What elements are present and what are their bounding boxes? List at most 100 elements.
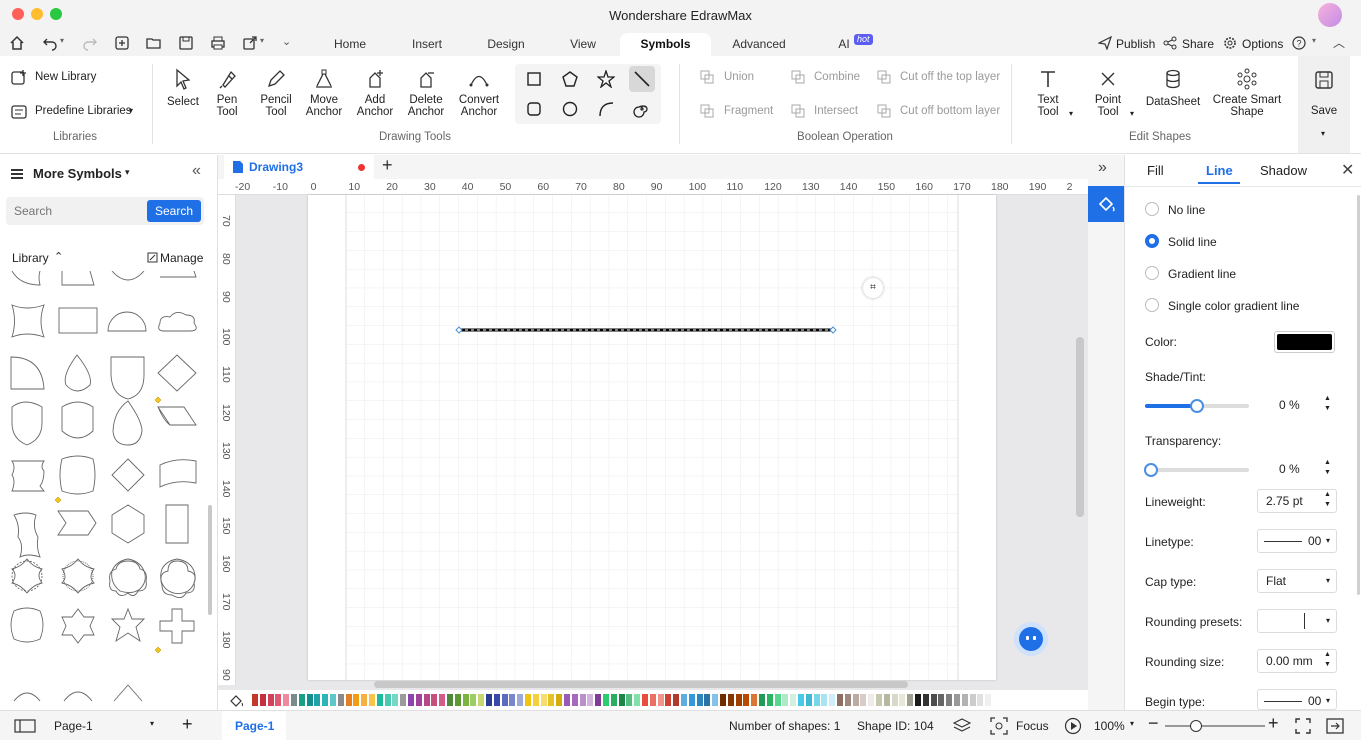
- text-tool-dropdown-icon[interactable]: ▾: [1069, 109, 1073, 118]
- tab-advanced[interactable]: Advanced: [727, 33, 791, 56]
- zoom-level[interactable]: 100%: [1094, 719, 1125, 733]
- color-swatch[interactable]: [954, 694, 960, 706]
- color-swatch[interactable]: [915, 694, 921, 706]
- color-swatch[interactable]: [829, 694, 836, 706]
- page-layout-icon[interactable]: [14, 719, 36, 733]
- tab-fill[interactable]: Fill: [1147, 163, 1164, 178]
- new-library-button[interactable]: New Library: [35, 71, 96, 83]
- color-swatch[interactable]: [283, 694, 290, 706]
- color-swatch[interactable]: [267, 694, 274, 706]
- tab-design[interactable]: Design: [480, 33, 532, 56]
- color-swatch[interactable]: [291, 694, 297, 706]
- select-button[interactable]: Select: [163, 68, 203, 108]
- tab-insert[interactable]: Insert: [402, 33, 452, 56]
- color-swatch[interactable]: [415, 694, 422, 706]
- color-swatch[interactable]: [704, 694, 711, 706]
- line-color-picker[interactable]: [1274, 331, 1335, 353]
- create-smart-shape-button[interactable]: Create Smart Shape: [1211, 68, 1283, 118]
- library-collapse-icon[interactable]: ⌃: [54, 250, 63, 263]
- tab-line[interactable]: Line: [1206, 163, 1233, 178]
- zoom-slider-handle[interactable]: [1190, 720, 1202, 732]
- color-swatch[interactable]: [384, 694, 391, 706]
- color-swatch[interactable]: [610, 694, 617, 706]
- predefine-libraries-button[interactable]: Predefine Libraries: [35, 105, 132, 117]
- move-anchor-button[interactable]: Move Anchor: [302, 68, 346, 118]
- collapse-panel-icon[interactable]: «: [192, 162, 201, 180]
- color-swatch[interactable]: [595, 694, 602, 706]
- color-swatch[interactable]: [883, 694, 890, 706]
- horizontal-scrollbar[interactable]: [374, 681, 908, 688]
- color-swatch[interactable]: [493, 694, 500, 706]
- color-swatch[interactable]: [751, 694, 758, 706]
- fit-page-icon[interactable]: [1295, 718, 1311, 734]
- combine-button[interactable]: Combine: [814, 71, 860, 83]
- radio-solid-line[interactable]: [1145, 234, 1159, 248]
- expand-panel-icon[interactable]: »: [1098, 159, 1107, 177]
- full-screen-icon[interactable]: [1326, 718, 1344, 734]
- zoom-in-button[interactable]: +: [1268, 713, 1279, 734]
- color-swatch[interactable]: [454, 694, 461, 706]
- color-swatch[interactable]: [330, 694, 336, 706]
- save-icon[interactable]: [178, 35, 194, 51]
- search-button[interactable]: Search: [147, 200, 201, 222]
- color-swatch[interactable]: [673, 694, 680, 706]
- fill-bucket-icon[interactable]: [228, 693, 244, 707]
- rounding-presets-select[interactable]: ▾: [1257, 609, 1337, 633]
- save-button[interactable]: Save ▾: [1298, 56, 1350, 153]
- color-swatch[interactable]: [907, 694, 914, 706]
- color-swatch[interactable]: [252, 694, 258, 706]
- tab-symbols[interactable]: Symbols: [620, 33, 711, 56]
- datasheet-button[interactable]: DataSheet: [1143, 68, 1203, 108]
- color-swatch[interactable]: [634, 694, 641, 706]
- color-swatch[interactable]: [314, 694, 321, 706]
- color-swatch[interactable]: [860, 694, 867, 706]
- color-swatch[interactable]: [501, 694, 508, 706]
- color-swatch[interactable]: [439, 694, 446, 706]
- export-icon[interactable]: [242, 35, 258, 51]
- circle-shape-icon[interactable]: [561, 100, 579, 118]
- shade-stepper-icon[interactable]: ▲ ▼: [1324, 394, 1331, 414]
- symbols-scrollbar[interactable]: [208, 505, 212, 615]
- cut-bottom-layer-button[interactable]: Cut off bottom layer: [900, 105, 1000, 117]
- shade-slider-handle[interactable]: [1190, 399, 1204, 413]
- color-swatch[interactable]: [790, 694, 797, 706]
- color-swatch[interactable]: [774, 694, 781, 706]
- help-dropdown-icon[interactable]: ▾: [1312, 36, 1316, 45]
- color-swatch[interactable]: [938, 694, 945, 706]
- color-swatch[interactable]: [361, 694, 368, 706]
- pentagon-shape-icon[interactable]: [561, 70, 579, 88]
- union-button[interactable]: Union: [724, 71, 754, 83]
- color-swatch[interactable]: [766, 694, 773, 706]
- ai-assistant-button[interactable]: [1014, 622, 1048, 656]
- rounded-rectangle-shape-icon[interactable]: [525, 100, 543, 118]
- color-swatch[interactable]: [540, 694, 547, 706]
- save-dropdown-icon[interactable]: ▾: [1321, 129, 1325, 138]
- convert-anchor-button[interactable]: Convert Anchor: [455, 68, 503, 118]
- line-shape-selected[interactable]: [629, 66, 655, 92]
- color-swatch[interactable]: [922, 694, 929, 706]
- redo-icon[interactable]: [82, 35, 98, 51]
- color-swatch[interactable]: [930, 694, 937, 706]
- collapse-ribbon-icon[interactable]: ︿: [1333, 34, 1345, 51]
- color-swatch[interactable]: [517, 694, 524, 706]
- options-button[interactable]: Options: [1242, 37, 1283, 51]
- radio-no-line[interactable]: [1145, 202, 1159, 216]
- page-select[interactable]: Page-1: [54, 719, 93, 733]
- color-swatch[interactable]: [400, 694, 407, 706]
- color-swatch[interactable]: [891, 694, 898, 706]
- color-swatch[interactable]: [657, 694, 664, 706]
- color-swatch[interactable]: [337, 694, 344, 706]
- color-swatch[interactable]: [408, 694, 414, 706]
- color-swatch[interactable]: [603, 694, 609, 706]
- pen-tool-button[interactable]: Pen Tool: [207, 68, 247, 118]
- color-swatch[interactable]: [759, 694, 765, 706]
- star-shape-icon[interactable]: [597, 70, 615, 88]
- color-swatch[interactable]: [798, 694, 804, 706]
- cut-top-layer-button[interactable]: Cut off the top layer: [900, 71, 1000, 83]
- color-swatch[interactable]: [564, 694, 570, 706]
- color-swatch[interactable]: [509, 694, 516, 706]
- color-swatch[interactable]: [782, 694, 789, 706]
- color-swatch[interactable]: [587, 694, 594, 706]
- color-swatch[interactable]: [727, 694, 734, 706]
- point-tool-dropdown-icon[interactable]: ▾: [1130, 109, 1134, 118]
